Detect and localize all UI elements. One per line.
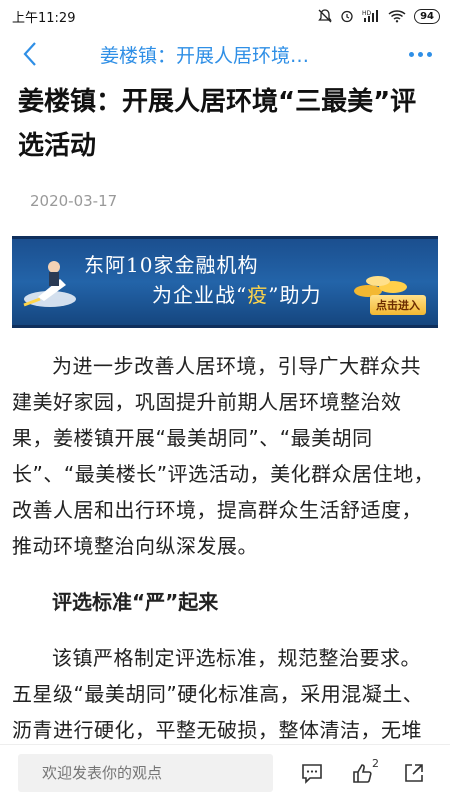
share-button[interactable] xyxy=(390,753,438,793)
comment-button[interactable] xyxy=(288,753,336,793)
banner-subline: 为企业战“疫”助力 xyxy=(152,279,321,308)
back-button[interactable] xyxy=(0,32,60,76)
like-button[interactable]: 2 xyxy=(339,753,387,793)
svg-text:HD: HD xyxy=(362,10,372,17)
nav-title: 姜楼镇：开展人居环境… xyxy=(100,44,310,67)
banner-subline-highlight: 疫 xyxy=(247,283,269,307)
banner-subline-pre: 为企业战“ xyxy=(152,283,248,307)
article-title: 姜楼镇：开展人居环境“三最美”评选活动 xyxy=(18,87,417,161)
more-button[interactable] xyxy=(390,32,450,76)
status-icons: HD 94 xyxy=(318,8,440,24)
article-paragraph: 该镇严格制定评选标准，规范整治要求。五星级“最美胡同”硬化标准高，采用混凝土、沥… xyxy=(12,646,424,742)
comment-icon xyxy=(302,763,322,784)
rocket-figure-icon xyxy=(23,261,76,307)
banner-enter-button[interactable]: 点击进入 xyxy=(370,295,426,315)
signal-icon: HD xyxy=(362,10,379,22)
wifi-icon xyxy=(388,10,406,23)
battery-level: 94 xyxy=(414,8,440,24)
mute-bell-icon xyxy=(318,9,332,23)
more-dots-icon xyxy=(408,51,432,57)
article-paragraph: 为进一步改善人居环境，引导广大群众共建美好家园，巩固提升前期人居环境整治效果，姜… xyxy=(12,354,435,558)
like-count: 2 xyxy=(372,756,380,770)
banner-headline: 东阿10家金融机构 xyxy=(84,253,259,277)
article-subheading: 评选标准“严”起来 xyxy=(52,590,219,614)
share-icon xyxy=(405,763,423,782)
ad-banner[interactable]: 东阿10家金融机构 为企业战“疫”助力 点击进入 xyxy=(12,236,438,328)
status-time: 上午11:29 xyxy=(12,10,76,26)
article-date: 2020-03-17 xyxy=(30,192,118,210)
thumbs-up-icon xyxy=(353,763,372,783)
status-bar: 上午11:29 HD 94 xyxy=(0,0,450,32)
banner-subline-post: ”助力 xyxy=(268,283,322,307)
nav-bar: 姜楼镇：开展人居环境… xyxy=(0,32,450,76)
alarm-icon xyxy=(341,10,353,23)
comment-input[interactable] xyxy=(18,753,274,792)
chevron-left-icon xyxy=(23,42,36,66)
article-content[interactable]: 姜楼镇：开展人居环境“三最美”评选活动 2020-03-17 东阿10家金融机构… xyxy=(0,76,450,744)
article-body: 为进一步改善人居环境，引导广大群众共建美好家园，巩固提升前期人居环境整治效果，姜… xyxy=(0,348,450,744)
bottom-bar: 2 xyxy=(0,744,450,800)
